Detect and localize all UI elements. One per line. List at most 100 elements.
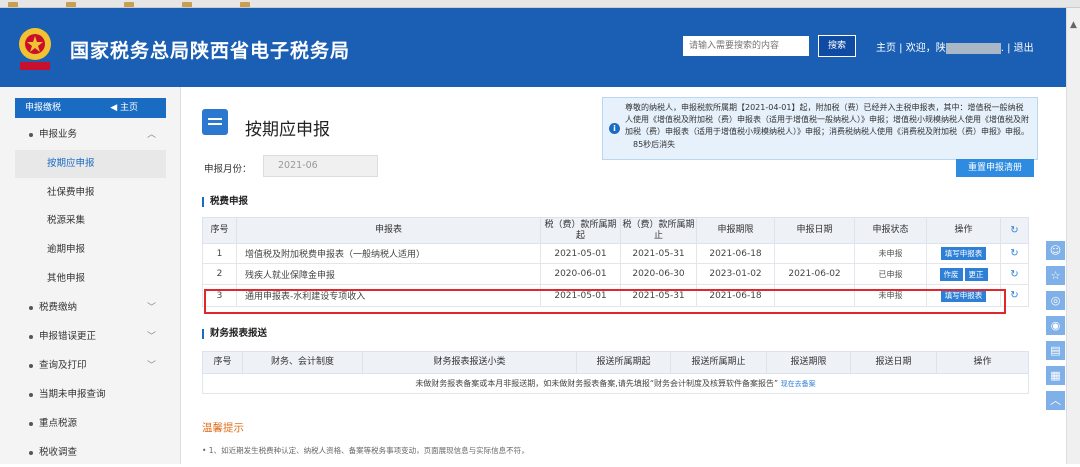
bullet-icon xyxy=(29,133,33,137)
row-start: 2020-06-01 xyxy=(540,263,621,285)
sidebar-item-correction[interactable]: 申报错误更正 ﹀ xyxy=(15,323,166,351)
home-link[interactable]: 主页 xyxy=(876,43,896,54)
sidebar-item-source[interactable]: 税源采集 xyxy=(15,207,166,235)
sidebar: 申报缴税 ◀ 主页 申报业务 ︿ 按期应申报 社保费申报 税源采集 逾期申报 其他… xyxy=(0,87,181,464)
row-start: 2021-05-01 xyxy=(540,243,621,264)
row-deadline: 2021-06-18 xyxy=(696,284,775,307)
col-header: 操作 xyxy=(936,351,1029,374)
info-icon: i xyxy=(609,123,620,134)
finance-section-title: 财务报表报送 xyxy=(202,329,267,339)
header-nav: 主页 | 欢迎，陕. | 退出 xyxy=(876,42,1034,54)
sidebar-item-label: 税费缴纳 xyxy=(39,302,78,313)
month-field: 2021-06 xyxy=(263,155,378,177)
document-icon[interactable]: ▦ xyxy=(1045,365,1066,386)
sidebar-item-label: 按期应申报 xyxy=(47,158,95,169)
sidebar-header: 申报缴税 ◀ 主页 xyxy=(15,98,166,118)
empty-row: 未做财务报表备案或本月非报送期，如未做财务报表备案,请先填报“财务会计制度及核算… xyxy=(202,373,1029,394)
row-form: 残疾人就业保障金申报 xyxy=(236,263,541,285)
col-header: 报送日期 xyxy=(850,351,937,374)
sidebar-item-periodic[interactable]: 按期应申报 xyxy=(15,150,166,178)
refresh-all-icon[interactable]: ↻ xyxy=(1000,217,1029,244)
fill-form-button[interactable]: 填写申报表 xyxy=(940,247,987,260)
sidebar-item-label: 重点税源 xyxy=(39,418,78,429)
bullet-icon xyxy=(29,335,33,339)
table-row: 2 残疾人就业保障金申报 2020-06-01 2020-06-30 2023-… xyxy=(202,263,1029,285)
table-header-row: 序号 申报表 税（费）款所属期起 税（费）款所属期止 申报期限 申报日期 申报状… xyxy=(202,217,1029,244)
row-status: 已申报 xyxy=(854,263,927,285)
fill-form-button[interactable]: 填写申报表 xyxy=(940,289,987,302)
sidebar-item-overdue[interactable]: 逾期申报 xyxy=(15,236,166,264)
page-title: 按期应申报 xyxy=(245,120,330,140)
welcome-text: 欢迎，陕 xyxy=(905,43,946,54)
sidebar-home-label: 主页 xyxy=(119,103,138,113)
back-arrow-icon: ◀ xyxy=(110,103,120,113)
sidebar-item-other[interactable]: 其他申报 xyxy=(15,265,166,293)
search-input[interactable] xyxy=(683,36,809,56)
row-actions: 填写申报表 xyxy=(926,284,1001,307)
bullet-icon xyxy=(29,393,33,397)
search-button[interactable]: 搜索 xyxy=(818,35,856,57)
void-button[interactable]: 作废 xyxy=(939,267,963,281)
scroll-up-icon[interactable]: ▲ xyxy=(1070,20,1077,30)
row-end: 2021-05-31 xyxy=(620,284,697,307)
message-icon[interactable]: ▤ xyxy=(1045,340,1066,361)
main-content: 按期应申报 i 尊敬的纳税人，申报税款所属期【2021-04-01】起，附加税（… xyxy=(182,87,1066,464)
sidebar-item-social[interactable]: 社保费申报 xyxy=(15,179,166,207)
empty-message: 未做财务报表备案或本月非报送期，如未做财务报表备案,请先填报“财务会计制度及核算… xyxy=(202,373,1029,394)
user-icon[interactable]: ☺ xyxy=(1045,240,1066,261)
floating-toolbar: ☺ ☆ ◎ ◉ ▤ ▦ ︿ xyxy=(1045,240,1066,420)
back-to-top-icon[interactable]: ︿ xyxy=(1045,390,1066,411)
finance-report-table: 序号 财务、会计制度 财务报表报送小类 报送所属期起 报送所属期止 报送期限 报… xyxy=(202,351,1029,394)
sidebar-item-query[interactable]: 查询及打印 ﹀ xyxy=(15,352,166,380)
bookmarks-bar xyxy=(0,0,1080,8)
chat-icon[interactable]: ◎ xyxy=(1045,290,1066,311)
row-refresh-icon[interactable]: ↻ xyxy=(1000,284,1029,307)
col-header: 财务报表报送小类 xyxy=(362,351,577,374)
tips-line: • 1、如近期发生税费种认定、纳税人资格、备案等税务事项变动，页面展现信息与实际… xyxy=(202,446,529,455)
sidebar-item-payment[interactable]: 税费缴纳 ﹀ xyxy=(15,294,166,322)
chevron-down-icon: ﹀ xyxy=(146,303,156,313)
register-now-link[interactable]: 现在去备案 xyxy=(781,380,816,388)
sidebar-item-survey[interactable]: 税收调查 xyxy=(15,439,166,467)
row-refresh-icon[interactable]: ↻ xyxy=(1000,243,1029,264)
sidebar-item-declaration[interactable]: 申报业务 ︿ xyxy=(15,121,166,149)
tax-section-title: 税费申报 xyxy=(202,197,248,207)
weibo-icon[interactable]: ◉ xyxy=(1045,315,1066,336)
sidebar-home-link[interactable]: ◀ 主页 xyxy=(110,98,138,118)
tax-declaration-table: 序号 申报表 税（费）款所属期起 税（费）款所属期止 申报期限 申报日期 申报状… xyxy=(202,217,1029,307)
row-refresh-icon[interactable]: ↻ xyxy=(1000,263,1029,285)
col-header: 申报期限 xyxy=(696,217,775,244)
row-date xyxy=(774,243,855,264)
tax-emblem-logo xyxy=(19,28,51,70)
sidebar-item-key-source[interactable]: 重点税源 xyxy=(15,410,166,438)
col-header: 申报状态 xyxy=(854,217,927,244)
bullet-icon xyxy=(29,364,33,368)
sidebar-item-undeclared[interactable]: 当期未申报查询 xyxy=(15,381,166,409)
col-header: 报送所属期止 xyxy=(670,351,767,374)
col-header: 申报表 xyxy=(236,217,541,244)
col-header: 序号 xyxy=(202,217,237,244)
logout-link[interactable]: 退出 xyxy=(1014,43,1034,54)
notice-countdown: 85秒后消失 xyxy=(633,139,676,149)
tips-title: 温馨提示 xyxy=(202,422,244,434)
redacted-username xyxy=(945,42,1001,54)
table-row: 3 通用申报表-水利建设专项收入 2021-05-01 2021-05-31 2… xyxy=(202,284,1029,307)
empty-text: 未做财务报表备案或本月非报送期，如未做财务报表备案,请先填报“财务会计制度及核算… xyxy=(415,379,779,388)
col-header: 申报日期 xyxy=(774,217,855,244)
row-date: 2021-06-02 xyxy=(774,263,855,285)
row-form: 增值税及附加税费申报表（一般纳税人适用） xyxy=(236,243,541,264)
sidebar-item-label: 社保费申报 xyxy=(47,187,95,198)
declaration-icon xyxy=(202,109,228,135)
site-header: 国家税务总局陕西省电子税务局 搜索 主页 | 欢迎，陕. | 退出 xyxy=(0,8,1080,87)
row-deadline: 2021-06-18 xyxy=(696,243,775,264)
chevron-down-icon: ﹀ xyxy=(146,361,156,371)
correct-button[interactable]: 更正 xyxy=(964,267,988,281)
star-icon[interactable]: ☆ xyxy=(1045,265,1066,286)
table-header-row: 序号 财务、会计制度 财务报表报送小类 报送所属期起 报送所属期止 报送期限 报… xyxy=(202,351,1029,374)
row-actions: 填写申报表 xyxy=(926,243,1001,264)
reset-list-button[interactable]: 重置申报清册 xyxy=(956,159,1034,177)
bullet-icon xyxy=(29,422,33,426)
col-header: 税（费）款所属期起 xyxy=(540,217,621,244)
page-scrollbar[interactable]: ▲ xyxy=(1066,8,1080,464)
sidebar-header-label: 申报缴税 xyxy=(25,103,62,113)
